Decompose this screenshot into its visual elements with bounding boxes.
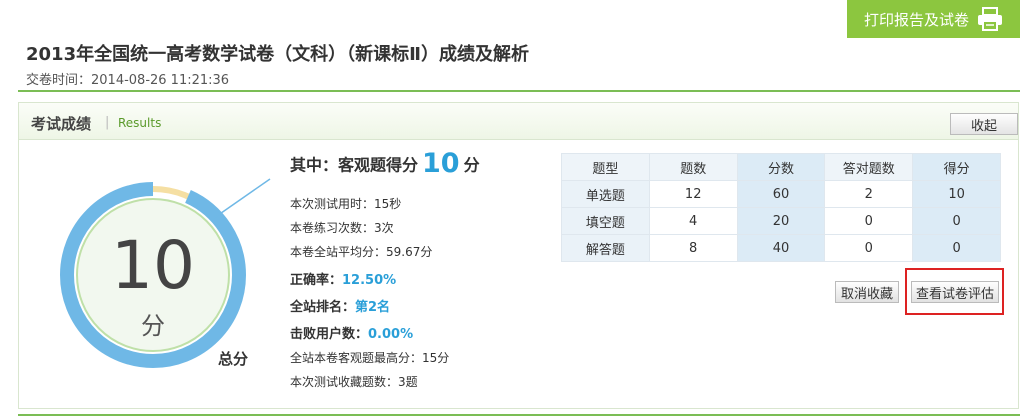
table-header: 分数 [736, 153, 826, 181]
objective-score: 其中：客观题得分 10 分 [290, 148, 480, 179]
max-objective: 全站本卷客观题最高分：15分 [290, 351, 450, 365]
panel-title: 考试成绩 [31, 115, 92, 133]
accuracy: 正确率：12.50% [290, 269, 396, 288]
objective-value: 10 [422, 148, 460, 179]
rank-value: 第2名 [355, 300, 391, 315]
table-row: 填空题 4 20 0 0 [561, 207, 1001, 235]
table-cell: 20 [736, 207, 826, 235]
submit-time: 交卷时间：2014-08-26 11:21:36 [26, 73, 230, 88]
table-cell: 0 [912, 234, 1001, 262]
beat-label: 击败用户数： [290, 327, 369, 342]
collapse-button[interactable]: 收起 [950, 113, 1018, 135]
table-cell: 解答题 [561, 234, 650, 262]
table-header-row: 题型 题数 分数 答对题数 得分 [561, 153, 1001, 181]
table-cell: 10 [912, 180, 1001, 208]
accuracy-label: 正确率： [290, 273, 343, 288]
page-title: 2013年全国统一高考数学试卷（文科）（新课标Ⅱ）成绩及解析 [26, 44, 529, 65]
table-cell: 4 [648, 207, 738, 235]
total-score-unit: 分 [141, 312, 165, 340]
title-separator: | [105, 115, 110, 130]
table-cell: 2 [824, 180, 914, 208]
total-score-value: 10 [111, 227, 195, 304]
table-cell: 0 [824, 207, 914, 235]
table-cell: 单选题 [561, 180, 650, 208]
table-cell: 12 [648, 180, 738, 208]
print-report-button[interactable]: 打印报告及试卷 [847, 0, 1020, 38]
table-cell: 填空题 [561, 207, 650, 235]
table-header: 题型 [561, 153, 650, 181]
beat-users: 击败用户数：0.00% [290, 323, 413, 342]
table-header: 得分 [912, 153, 1001, 181]
site-average: 本卷全站平均分：59.67分 [290, 245, 433, 259]
beat-value: 0.00% [368, 327, 414, 342]
total-score-label: 总分 [218, 350, 249, 368]
divider [18, 90, 1020, 92]
favorites-count: 本次测试收藏题数：3题 [290, 375, 418, 389]
bottom-divider [18, 414, 1020, 416]
score-table: 题型 题数 分数 答对题数 得分 单选题 12 60 2 10 填空题 4 20… [561, 153, 1001, 262]
table-row: 解答题 8 40 0 0 [561, 234, 1001, 262]
printer-icon [978, 7, 1002, 31]
practice-count: 本卷练习次数：3次 [290, 221, 394, 235]
table-header: 答对题数 [824, 153, 914, 181]
panel-subtitle: Results [118, 116, 162, 130]
objective-unit: 分 [463, 155, 480, 175]
print-report-label: 打印报告及试卷 [863, 10, 969, 29]
accuracy-value: 12.50% [342, 273, 397, 288]
table-cell: 8 [648, 234, 738, 262]
table-row: 单选题 12 60 2 10 [561, 180, 1001, 208]
table-cell: 60 [736, 180, 826, 208]
unfavorite-button[interactable]: 取消收藏 [835, 281, 899, 303]
site-rank: 全站排名：第2名 [290, 296, 390, 315]
objective-label: 其中：客观题得分 [290, 155, 419, 175]
time-used: 本次测试用时：15秒 [290, 197, 402, 211]
rank-label: 全站排名： [290, 300, 356, 315]
table-cell: 40 [736, 234, 826, 262]
pointer-line [213, 178, 271, 219]
table-cell: 0 [912, 207, 1001, 235]
panel-header: 考试成绩 | Results 收起 [19, 103, 1018, 140]
table-cell: 0 [824, 234, 914, 262]
highlight-annotation [905, 268, 1004, 315]
table-header: 题数 [648, 153, 738, 181]
